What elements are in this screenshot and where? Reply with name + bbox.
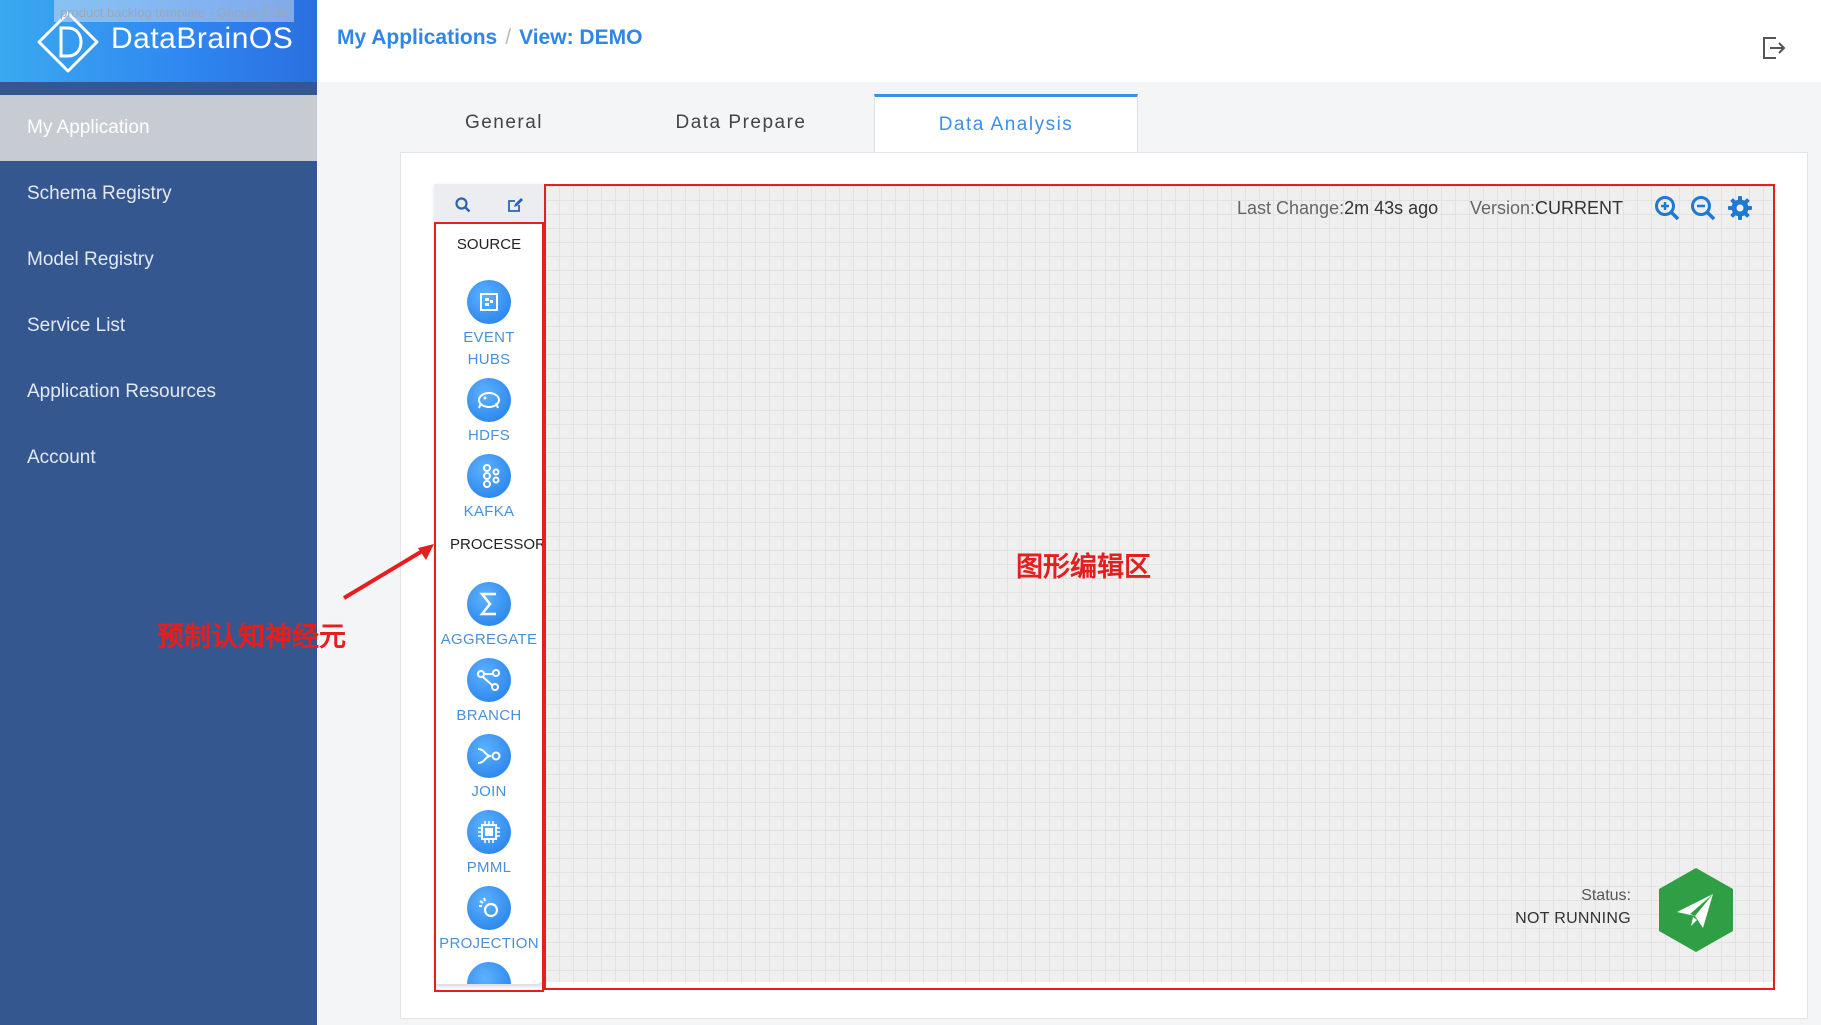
palette-node-label-line2: HUBS <box>467 351 511 368</box>
annotation-arrow-icon <box>342 544 434 600</box>
tab-data-prepare[interactable]: Data Prepare <box>608 94 874 152</box>
sidebar-item-my-application[interactable]: My Application <box>0 95 317 161</box>
join-icon <box>467 734 511 778</box>
edit-icon[interactable] <box>506 196 524 214</box>
palette-node-label: AGGREGATE <box>440 631 538 648</box>
palette-node-kafka[interactable]: KAFKA <box>434 454 544 523</box>
version-value: CURRENT <box>1535 198 1624 218</box>
search-icon[interactable] <box>454 196 472 214</box>
palette-annotation-label: 预制认知神经元 <box>157 622 346 653</box>
palette-node-label: JOIN <box>471 783 507 800</box>
logo-bar: DataBrainOS product backlog template - G… <box>0 0 317 82</box>
breadcrumb: My Applications / View: DEMO <box>337 26 642 50</box>
pmml-icon <box>467 810 511 854</box>
palette-node-label: HDFS <box>467 427 511 444</box>
status-value: NOT RUNNING <box>1515 910 1631 927</box>
palette-node-aggregate[interactable]: AGGREGATE <box>434 582 544 651</box>
graph-canvas[interactable]: Last Change:2m 43s ago Version:CURRENT S… <box>545 186 1773 982</box>
version-label: Version: <box>1470 198 1536 218</box>
sidebar-item-schema-registry[interactable]: Schema Registry <box>0 161 317 227</box>
canvas-annotation-label: 图形编辑区 <box>1016 552 1151 583</box>
sidebar-item-application-resources[interactable]: Application Resources <box>0 359 317 425</box>
browser-tooltip: product backlog template - Google 搜索 <box>54 0 295 22</box>
palette-node-event-hubs[interactable]: EVENT HUBS <box>434 280 544 371</box>
palette-node-label: PROJECTION <box>439 935 539 952</box>
gear-icon[interactable] <box>1726 194 1754 222</box>
sidebar-nav: My Application Schema Registry Model Reg… <box>0 95 317 491</box>
breadcrumb-root-link[interactable]: My Applications <box>337 26 497 49</box>
branch-icon <box>467 658 511 702</box>
last-change-value: 2m 43s ago <box>1344 198 1439 218</box>
palette-section-processor: PROCESSOR <box>450 536 544 553</box>
breadcrumb-separator: / <box>505 26 512 49</box>
palette-node-pmml[interactable]: PMML <box>434 810 544 879</box>
tab-general[interactable]: General <box>400 94 608 152</box>
zoom-out-icon[interactable] <box>1689 194 1717 222</box>
sidebar-item-model-registry[interactable]: Model Registry <box>0 227 317 293</box>
palette-node-label: KAFKA <box>463 503 515 520</box>
palette-node-join[interactable]: JOIN <box>434 734 544 803</box>
header: My Applications / View: DEMO <box>317 0 1821 82</box>
palette-node-branch[interactable]: BRANCH <box>434 658 544 727</box>
run-status: Status: NOT RUNNING <box>1515 884 1631 930</box>
sidebar: DataBrainOS product backlog template - G… <box>0 0 317 1025</box>
event-hubs-icon <box>467 280 511 324</box>
status-label: Status: <box>1581 887 1631 904</box>
palette-node-label: BRANCH <box>456 707 522 724</box>
sidebar-item-service-list[interactable]: Service List <box>0 293 317 359</box>
tab-data-analysis[interactable]: Data Analysis <box>874 94 1138 152</box>
component-palette: SOURCE EVENT HUBS HDFS KAFKA PROCESSOR A… <box>434 184 544 984</box>
aggregate-icon <box>467 582 511 626</box>
tab-bar: General Data Prepare Data Analysis <box>400 94 1138 152</box>
palette-toolbar <box>434 184 544 222</box>
palette-node-label: PMML <box>466 859 512 876</box>
breadcrumb-current: View: DEMO <box>519 26 643 49</box>
hdfs-icon <box>467 378 511 422</box>
palette-node-projection[interactable]: PROJECTION <box>434 886 544 955</box>
zoom-in-icon[interactable] <box>1653 194 1681 222</box>
projection-icon <box>467 886 511 930</box>
logout-icon[interactable] <box>1759 34 1787 62</box>
palette-node-more[interactable] <box>434 962 544 984</box>
brand-name: DataBrainOS <box>111 22 294 55</box>
last-change-info: Last Change:2m 43s ago <box>1237 198 1438 219</box>
palette-node-label: EVENT <box>463 329 515 346</box>
sidebar-item-account[interactable]: Account <box>0 425 317 491</box>
kafka-icon <box>467 454 511 498</box>
last-change-label: Last Change: <box>1237 198 1345 218</box>
palette-section-source: SOURCE <box>456 236 522 253</box>
deploy-button[interactable] <box>1657 866 1735 954</box>
more-node-icon <box>467 962 511 984</box>
palette-node-hdfs[interactable]: HDFS <box>434 378 544 447</box>
version-info: Version:CURRENT <box>1470 198 1623 219</box>
